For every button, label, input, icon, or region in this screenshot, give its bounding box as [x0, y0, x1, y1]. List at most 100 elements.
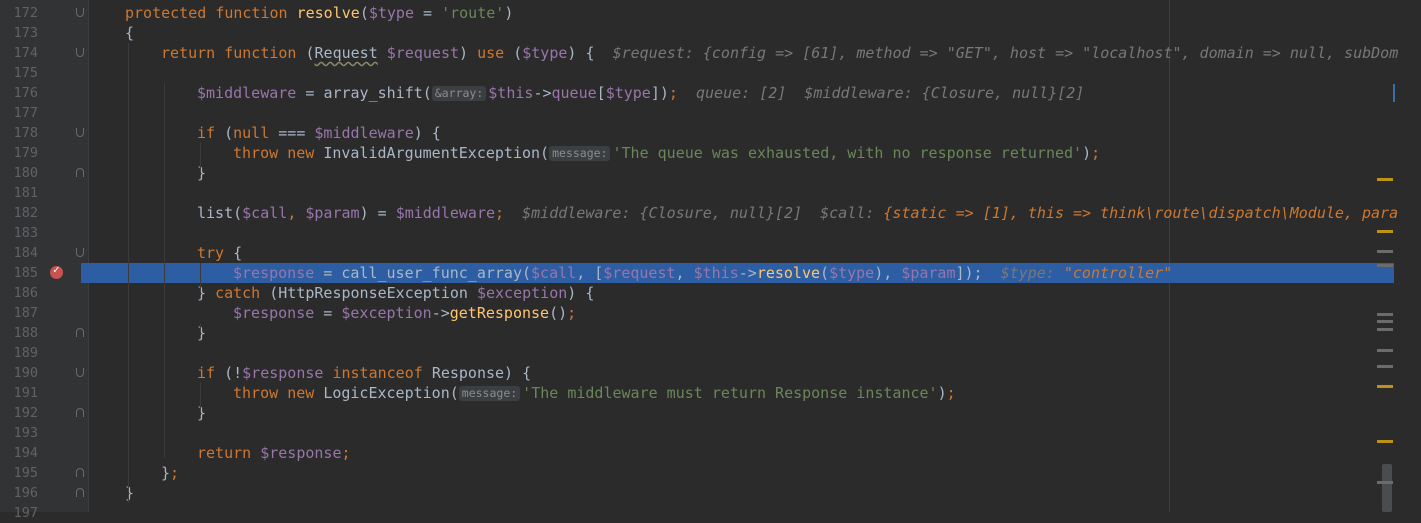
fold-end-icon[interactable]	[76, 488, 84, 497]
code-text[interactable]: protected function resolve($type = 'rout…	[125, 3, 513, 23]
code-token: ) =	[359, 204, 396, 222]
code-line[interactable]: 189	[0, 343, 1421, 363]
code-line[interactable]: 178 if (null === $middleware) {	[0, 123, 1421, 143]
code-token: $middleware	[314, 124, 414, 142]
line-number: 196	[13, 485, 38, 501]
code-line[interactable]: 190 if (!$response instanceof Response) {	[0, 363, 1421, 383]
code-line[interactable]: 180}	[0, 163, 1421, 183]
fold-collapse-icon[interactable]	[76, 8, 84, 17]
code-token: new	[287, 384, 324, 402]
code-line[interactable]: 182 list($call, $param) = $middleware; $m…	[0, 203, 1421, 223]
code-text[interactable]: list($call, $param) = $middleware; $midd…	[197, 203, 1398, 223]
code-token: return	[161, 44, 225, 62]
parameter-hint: &array:	[431, 86, 487, 101]
code-token: call_user_func_array(	[341, 264, 532, 282]
code-line[interactable]: 193	[0, 423, 1421, 443]
code-token: }	[125, 484, 135, 502]
code-token: protected	[125, 4, 216, 22]
code-text[interactable]: };	[161, 463, 179, 483]
debug-inline-value: $middleware: {Closure, null}[2] $call:	[504, 204, 884, 222]
code-line[interactable]: 194 return $response;	[0, 443, 1421, 463]
code-token: ->	[738, 264, 757, 282]
fold-collapse-icon[interactable]	[76, 368, 84, 377]
code-line[interactable]: 176 $middleware = array_shift(&array: $thi…	[0, 83, 1421, 103]
line-number: 177	[13, 105, 38, 121]
code-token: }	[161, 464, 171, 482]
code-text[interactable]: $response = call_user_func_array($call, …	[233, 263, 1172, 283]
code-token: (	[820, 264, 830, 282]
fold-collapse-icon[interactable]	[76, 48, 84, 57]
code-token: ) {	[567, 44, 613, 62]
code-line[interactable]: 174 return function (Request $request) us…	[0, 43, 1421, 63]
line-number: 187	[13, 305, 38, 321]
code-line[interactable]: 175	[0, 63, 1421, 83]
code-token: ) {	[567, 284, 595, 302]
code-token: (HttpResponseException	[269, 284, 477, 302]
code-line[interactable]: 179 throw new InvalidArgumentException(me…	[0, 143, 1421, 163]
code-text[interactable]: if (!$response instanceof Response) {	[197, 363, 531, 383]
line-number: 172	[13, 5, 38, 21]
code-token: ;	[341, 444, 351, 462]
fold-collapse-icon[interactable]	[76, 128, 84, 137]
code-token: new	[287, 144, 324, 162]
code-text[interactable]: throw new LogicException(message: 'The mi…	[233, 383, 956, 403]
debug-inline-value: {static => [1], this => think\route\disp…	[883, 204, 1399, 222]
code-line[interactable]: 181	[0, 183, 1421, 203]
code-line[interactable]: 173 {	[0, 23, 1421, 43]
code-line[interactable]: 185 ✓ $response = call_user_func_array($ca…	[0, 263, 1421, 283]
line-number: 188	[13, 325, 38, 341]
code-text[interactable]: }	[125, 483, 134, 503]
code-token: getResponse	[449, 304, 550, 322]
code-token: (	[359, 4, 369, 22]
code-text[interactable]: try {	[197, 243, 242, 263]
code-token: 'The queue was exhausted, with no respon…	[612, 144, 1083, 162]
code-token: function	[215, 4, 297, 22]
code-token: LogicException(	[323, 384, 459, 402]
code-line[interactable]: 186} catch (HttpResponseException $excep…	[0, 283, 1421, 303]
code-token: )	[937, 384, 947, 402]
code-text[interactable]: }	[197, 403, 206, 423]
code-token: {	[125, 24, 135, 42]
code-line[interactable]: 196}	[0, 483, 1421, 503]
code-token: queue	[551, 84, 597, 102]
code-token: (!	[224, 364, 243, 382]
code-token: $param	[305, 204, 360, 222]
code-text[interactable]: } catch (HttpResponseException $exceptio…	[197, 283, 594, 303]
code-token: $response	[233, 304, 315, 322]
code-line[interactable]: 187 $response = $exception->getResponse()…	[0, 303, 1421, 323]
code-line[interactable]: 192}	[0, 403, 1421, 423]
line-number: 195	[13, 465, 38, 481]
code-line[interactable]: 184 try {	[0, 243, 1421, 263]
code-line[interactable]: 195};	[0, 463, 1421, 483]
code-token: ,	[287, 204, 306, 222]
code-text[interactable]: if (null === $middleware) {	[197, 123, 441, 143]
fold-end-icon[interactable]	[76, 408, 84, 417]
code-text[interactable]: return $response;	[197, 443, 351, 463]
code-line[interactable]: 172 protected function resolve($type = 'r…	[0, 3, 1421, 23]
code-text[interactable]: return function (Request $request) use (…	[161, 43, 1398, 63]
code-text[interactable]: $response = $exception->getResponse();	[233, 303, 576, 323]
fold-collapse-icon[interactable]	[76, 248, 84, 257]
code-line[interactable]: 183	[0, 223, 1421, 243]
fold-end-icon[interactable]	[76, 468, 84, 477]
code-line[interactable]: 197	[0, 503, 1421, 523]
code-token: ()	[549, 304, 568, 322]
fold-end-icon[interactable]	[76, 328, 84, 337]
code-text[interactable]: {	[125, 23, 134, 43]
code-token: $call	[242, 204, 288, 222]
code-line[interactable]: 188}	[0, 323, 1421, 343]
line-number: 176	[13, 85, 38, 101]
code-line[interactable]: 191 throw new LogicException(message: 'The…	[0, 383, 1421, 403]
fold-end-icon[interactable]	[76, 168, 84, 177]
code-text[interactable]: }	[197, 163, 206, 183]
code-token: ]);	[955, 264, 983, 282]
debug-inline-value: "controller"	[1063, 264, 1173, 282]
code-token: }	[197, 324, 207, 342]
code-token: Response) {	[431, 364, 532, 382]
code-text[interactable]: throw new InvalidArgumentException(messa…	[233, 143, 1100, 163]
code-token: try	[197, 244, 234, 262]
line-number: 174	[13, 45, 38, 61]
code-text[interactable]: $middleware = array_shift(&array: $this->…	[197, 83, 1084, 103]
code-text[interactable]: }	[197, 323, 206, 343]
code-line[interactable]: 177	[0, 103, 1421, 123]
